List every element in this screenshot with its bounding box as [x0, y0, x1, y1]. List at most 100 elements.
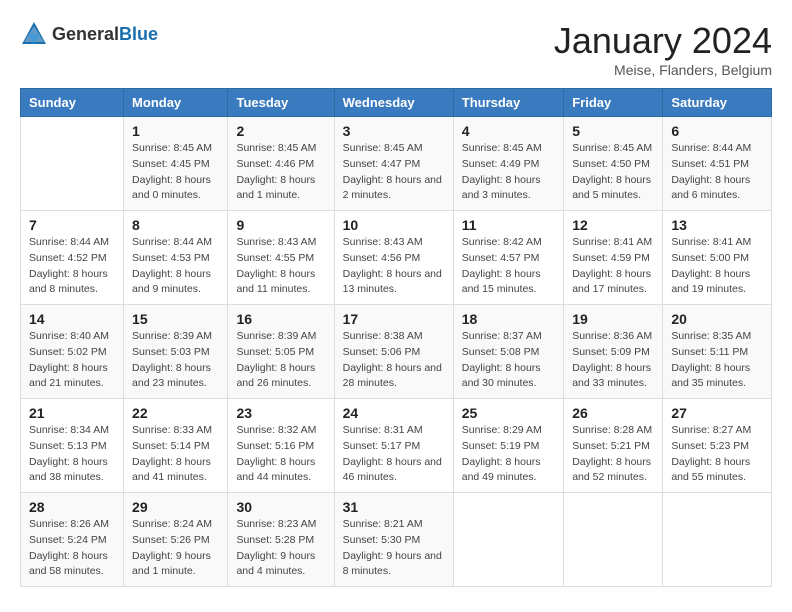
week-row-3: 14 Sunrise: 8:40 AMSunset: 5:02 PMDayligh…	[21, 305, 772, 399]
day-number: 9	[236, 217, 325, 233]
day-number: 16	[236, 311, 325, 327]
day-cell: 14 Sunrise: 8:40 AMSunset: 5:02 PMDayligh…	[21, 305, 124, 399]
day-number: 21	[29, 405, 115, 421]
day-number: 15	[132, 311, 219, 327]
day-number: 13	[671, 217, 763, 233]
day-detail: Sunrise: 8:26 AMSunset: 5:24 PMDaylight:…	[29, 517, 115, 580]
day-detail: Sunrise: 8:41 AMSunset: 4:59 PMDaylight:…	[572, 235, 654, 298]
day-number: 8	[132, 217, 219, 233]
day-cell	[564, 493, 663, 587]
day-detail: Sunrise: 8:45 AMSunset: 4:47 PMDaylight:…	[343, 141, 445, 204]
week-row-5: 28Sunrise: 8:26 AMSunset: 5:24 PMDayligh…	[21, 493, 772, 587]
day-cell: 8 Sunrise: 8:44 AMSunset: 4:53 PMDaylight…	[124, 211, 228, 305]
day-detail: Sunrise: 8:40 AMSunset: 5:02 PMDaylight:…	[29, 329, 115, 392]
day-cell	[21, 117, 124, 211]
day-header-monday: Monday	[124, 89, 228, 117]
calendar-table: SundayMondayTuesdayWednesdayThursdayFrid…	[20, 88, 772, 587]
day-number: 5	[572, 123, 654, 139]
day-cell: 13 Sunrise: 8:41 AMSunset: 5:00 PMDayligh…	[663, 211, 772, 305]
day-number: 22	[132, 405, 219, 421]
day-number: 4	[462, 123, 555, 139]
week-row-2: 7 Sunrise: 8:44 AMSunset: 4:52 PMDaylight…	[21, 211, 772, 305]
day-cell: 3 Sunrise: 8:45 AMSunset: 4:47 PMDaylight…	[334, 117, 453, 211]
day-cell: 7 Sunrise: 8:44 AMSunset: 4:52 PMDaylight…	[21, 211, 124, 305]
day-cell: 11Sunrise: 8:42 AMSunset: 4:57 PMDayligh…	[453, 211, 563, 305]
day-number: 24	[343, 405, 445, 421]
day-cell	[663, 493, 772, 587]
day-detail: Sunrise: 8:42 AMSunset: 4:57 PMDaylight:…	[462, 235, 555, 298]
logo: GeneralBlue	[20, 20, 158, 48]
day-cell: 15 Sunrise: 8:39 AMSunset: 5:03 PMDayligh…	[124, 305, 228, 399]
day-detail: Sunrise: 8:32 AMSunset: 5:16 PMDaylight:…	[236, 423, 325, 486]
day-detail: Sunrise: 8:33 AMSunset: 5:14 PMDaylight:…	[132, 423, 219, 486]
logo-general: General	[52, 24, 119, 44]
day-cell: 18 Sunrise: 8:37 AMSunset: 5:08 PMDayligh…	[453, 305, 563, 399]
day-number: 6	[671, 123, 763, 139]
day-cell: 20Sunrise: 8:35 AMSunset: 5:11 PMDayligh…	[663, 305, 772, 399]
day-detail: Sunrise: 8:39 AMSunset: 5:03 PMDaylight:…	[132, 329, 219, 392]
day-cell: 28Sunrise: 8:26 AMSunset: 5:24 PMDayligh…	[21, 493, 124, 587]
logo-blue: Blue	[119, 24, 158, 44]
week-row-4: 21 Sunrise: 8:34 AMSunset: 5:13 PMDayligh…	[21, 399, 772, 493]
day-cell: 17 Sunrise: 8:38 AMSunset: 5:06 PMDayligh…	[334, 305, 453, 399]
day-cell: 24 Sunrise: 8:31 AMSunset: 5:17 PMDayligh…	[334, 399, 453, 493]
day-detail: Sunrise: 8:44 AMSunset: 4:51 PMDaylight:…	[671, 141, 763, 204]
day-detail: Sunrise: 8:43 AMSunset: 4:55 PMDaylight:…	[236, 235, 325, 298]
day-cell: 29Sunrise: 8:24 AMSunset: 5:26 PMDayligh…	[124, 493, 228, 587]
day-number: 26	[572, 405, 654, 421]
day-cell: 30Sunrise: 8:23 AMSunset: 5:28 PMDayligh…	[228, 493, 334, 587]
day-cell: 23Sunrise: 8:32 AMSunset: 5:16 PMDayligh…	[228, 399, 334, 493]
day-detail: Sunrise: 8:31 AMSunset: 5:17 PMDaylight:…	[343, 423, 445, 486]
day-detail: Sunrise: 8:45 AMSunset: 4:46 PMDaylight:…	[236, 141, 325, 204]
day-number: 10	[343, 217, 445, 233]
page-header: GeneralBlue January 2024 Meise, Flanders…	[20, 20, 772, 78]
day-number: 31	[343, 499, 445, 515]
week-row-1: 1Sunrise: 8:45 AMSunset: 4:45 PMDaylight…	[21, 117, 772, 211]
day-header-friday: Friday	[564, 89, 663, 117]
day-number: 14	[29, 311, 115, 327]
location: Meise, Flanders, Belgium	[554, 62, 772, 78]
day-detail: Sunrise: 8:21 AMSunset: 5:30 PMDaylight:…	[343, 517, 445, 580]
day-number: 20	[671, 311, 763, 327]
day-detail: Sunrise: 8:41 AMSunset: 5:00 PMDaylight:…	[671, 235, 763, 298]
day-detail: Sunrise: 8:45 AMSunset: 4:49 PMDaylight:…	[462, 141, 555, 204]
day-cell: 2 Sunrise: 8:45 AMSunset: 4:46 PMDaylight…	[228, 117, 334, 211]
day-cell: 10 Sunrise: 8:43 AMSunset: 4:56 PMDayligh…	[334, 211, 453, 305]
day-cell: 6 Sunrise: 8:44 AMSunset: 4:51 PMDaylight…	[663, 117, 772, 211]
day-detail: Sunrise: 8:34 AMSunset: 5:13 PMDaylight:…	[29, 423, 115, 486]
day-number: 1	[132, 123, 219, 139]
day-cell: 31 Sunrise: 8:21 AMSunset: 5:30 PMDayligh…	[334, 493, 453, 587]
title-section: January 2024 Meise, Flanders, Belgium	[554, 20, 772, 78]
day-detail: Sunrise: 8:44 AMSunset: 4:53 PMDaylight:…	[132, 235, 219, 298]
day-cell: 25 Sunrise: 8:29 AMSunset: 5:19 PMDayligh…	[453, 399, 563, 493]
day-detail: Sunrise: 8:27 AMSunset: 5:23 PMDaylight:…	[671, 423, 763, 486]
day-cell: 19Sunrise: 8:36 AMSunset: 5:09 PMDayligh…	[564, 305, 663, 399]
day-number: 18	[462, 311, 555, 327]
day-detail: Sunrise: 8:24 AMSunset: 5:26 PMDaylight:…	[132, 517, 219, 580]
day-number: 3	[343, 123, 445, 139]
day-detail: Sunrise: 8:39 AMSunset: 5:05 PMDaylight:…	[236, 329, 325, 392]
day-cell: 5Sunrise: 8:45 AMSunset: 4:50 PMDaylight…	[564, 117, 663, 211]
day-detail: Sunrise: 8:38 AMSunset: 5:06 PMDaylight:…	[343, 329, 445, 392]
day-number: 7	[29, 217, 115, 233]
day-number: 12	[572, 217, 654, 233]
day-detail: Sunrise: 8:36 AMSunset: 5:09 PMDaylight:…	[572, 329, 654, 392]
day-detail: Sunrise: 8:28 AMSunset: 5:21 PMDaylight:…	[572, 423, 654, 486]
day-number: 25	[462, 405, 555, 421]
day-cell: 1Sunrise: 8:45 AMSunset: 4:45 PMDaylight…	[124, 117, 228, 211]
day-header-row: SundayMondayTuesdayWednesdayThursdayFrid…	[21, 89, 772, 117]
day-number: 2	[236, 123, 325, 139]
month-title: January 2024	[554, 20, 772, 62]
day-number: 17	[343, 311, 445, 327]
day-detail: Sunrise: 8:44 AMSunset: 4:52 PMDaylight:…	[29, 235, 115, 298]
day-detail: Sunrise: 8:29 AMSunset: 5:19 PMDaylight:…	[462, 423, 555, 486]
day-cell: 21 Sunrise: 8:34 AMSunset: 5:13 PMDayligh…	[21, 399, 124, 493]
day-cell: 16 Sunrise: 8:39 AMSunset: 5:05 PMDayligh…	[228, 305, 334, 399]
day-cell: 22 Sunrise: 8:33 AMSunset: 5:14 PMDayligh…	[124, 399, 228, 493]
day-cell: 27Sunrise: 8:27 AMSunset: 5:23 PMDayligh…	[663, 399, 772, 493]
day-detail: Sunrise: 8:43 AMSunset: 4:56 PMDaylight:…	[343, 235, 445, 298]
day-detail: Sunrise: 8:37 AMSunset: 5:08 PMDaylight:…	[462, 329, 555, 392]
day-detail: Sunrise: 8:23 AMSunset: 5:28 PMDaylight:…	[236, 517, 325, 580]
day-cell: 26 Sunrise: 8:28 AMSunset: 5:21 PMDayligh…	[564, 399, 663, 493]
day-cell	[453, 493, 563, 587]
